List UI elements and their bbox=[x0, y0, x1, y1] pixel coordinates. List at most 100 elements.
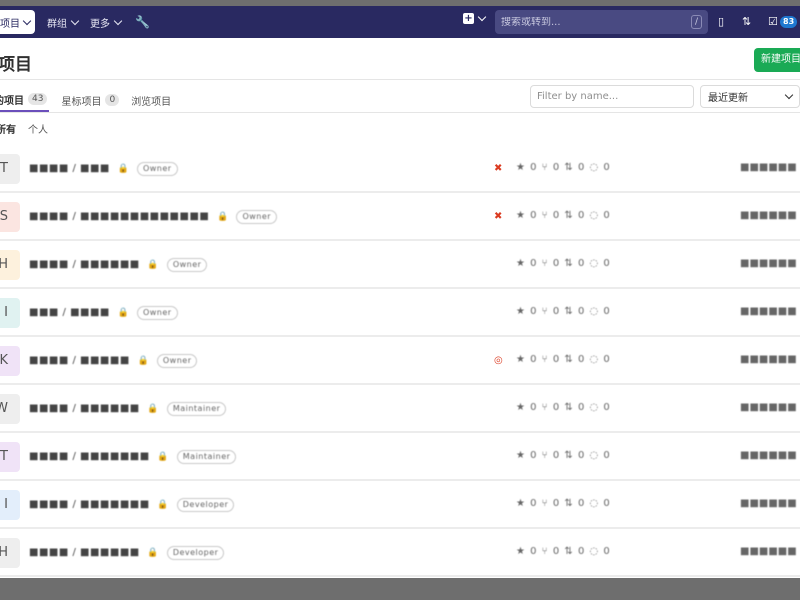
project-avatar[interactable]: K bbox=[0, 346, 20, 376]
nav-groups-menu[interactable]: 群组 bbox=[47, 15, 80, 30]
lock-icon: 🔒 bbox=[137, 356, 150, 366]
tab-explore-projects[interactable]: 浏览项目 bbox=[131, 93, 171, 108]
project-name-link[interactable]: ■■■■ / ■■■■■■■ 🔒 Maintainer bbox=[29, 450, 237, 464]
project-row[interactable]: T ■■■■ / ■■■■■■■ 🔒 Maintainer ★ 0 ⑂ 0 ⇅ … bbox=[0, 433, 800, 481]
project-stats: ★ 0 ⑂ 0 ⇅ 0 ◌ 0 bbox=[516, 498, 611, 509]
project-row[interactable]: W ■■■■ / ■■■■■■ 🔒 Maintainer ★ 0 ⑂ 0 ⇅ 0… bbox=[0, 385, 800, 433]
role-badge: Owner bbox=[136, 162, 178, 176]
pipeline-failed-icon[interactable]: ✖ bbox=[494, 163, 502, 174]
plus-icon: + bbox=[463, 13, 474, 24]
role-badge: Maintainer bbox=[176, 450, 237, 464]
lock-icon: 🔒 bbox=[147, 260, 160, 270]
search-box[interactable]: / bbox=[495, 10, 708, 34]
updated-time: ■■■■■■ bbox=[740, 354, 797, 365]
project-name: ■■■■ / ■■■■■■ bbox=[29, 547, 140, 558]
project-row[interactable]: H ■■■■ / ■■■■■■ 🔒 Developer ★ 0 ⑂ 0 ⇅ 0 … bbox=[0, 529, 800, 577]
project-avatar[interactable]: H bbox=[0, 250, 20, 280]
merge-requests-icon[interactable]: ⇅ bbox=[742, 15, 751, 28]
role-badge: Developer bbox=[166, 546, 225, 560]
project-stats: ★ 0 ⑂ 0 ⇅ 0 ◌ 0 bbox=[516, 450, 611, 461]
role-badge: Maintainer bbox=[166, 402, 227, 416]
chevron-down-icon bbox=[113, 16, 123, 25]
nav-groups-label: 群组 bbox=[47, 18, 67, 30]
project-name-link[interactable]: ■■■■ / ■■■■■■ 🔒 Developer bbox=[29, 546, 225, 560]
todos-icon[interactable]: ☑ bbox=[768, 15, 778, 28]
project-list: T ■■■■ / ■■■ 🔒 Owner ✖ ★ 0 ⑂ 0 ⇅ 0 ◌ 0 ■… bbox=[0, 145, 800, 577]
tab-my-projects[interactable]: 我的项目 43 bbox=[0, 88, 50, 112]
project-stats: ★ 0 ⑂ 0 ⇅ 0 ◌ 0 bbox=[516, 258, 611, 269]
project-row[interactable]: I ■■■■ / ■■■■■■■ 🔒 Developer ★ 0 ⑂ 0 ⇅ 0… bbox=[0, 481, 800, 529]
lock-icon: 🔒 bbox=[117, 164, 130, 174]
nav-projects-label: 项目 bbox=[0, 18, 20, 30]
page-title: 项目 bbox=[0, 55, 32, 75]
project-name: ■■■■ / ■■■■■ bbox=[29, 355, 130, 366]
project-row[interactable]: K ■■■■ / ■■■■■ 🔒 Owner ◎ ★ 0 ⑂ 0 ⇅ 0 ◌ 0… bbox=[0, 337, 800, 385]
tab-label: 星标项目 bbox=[61, 96, 102, 108]
tab-count: 0 bbox=[105, 94, 120, 106]
updated-time: ■■■■■■ bbox=[740, 162, 797, 173]
project-avatar[interactable]: T bbox=[0, 154, 20, 184]
subtab-personal[interactable]: 个人 bbox=[28, 121, 48, 136]
role-badge: Owner bbox=[156, 354, 198, 368]
pipeline-running-icon[interactable]: ◎ bbox=[494, 355, 503, 366]
project-avatar[interactable]: I bbox=[0, 490, 20, 520]
project-avatar[interactable]: T bbox=[0, 442, 20, 472]
chevron-down-icon bbox=[70, 16, 80, 25]
role-badge: Developer bbox=[176, 498, 235, 512]
project-row[interactable]: T ■■■■ / ■■■ 🔒 Owner ✖ ★ 0 ⑂ 0 ⇅ 0 ◌ 0 ■… bbox=[0, 145, 800, 193]
project-name-link[interactable]: ■■■■ / ■■■■■■ 🔒 Maintainer bbox=[29, 402, 227, 416]
project-row[interactable]: I ■■■ / ■■■■ 🔒 Owner ★ 0 ⑂ 0 ⇅ 0 ◌ 0 ■■■… bbox=[0, 289, 800, 337]
chevron-down-icon bbox=[22, 16, 32, 25]
lock-icon: 🔒 bbox=[157, 500, 170, 510]
project-name-link[interactable]: ■■■■ / ■■■■■■ 🔒 Owner bbox=[29, 258, 208, 272]
project-avatar[interactable]: I bbox=[0, 298, 20, 328]
tab-label: 我的项目 bbox=[0, 95, 24, 107]
project-name-link[interactable]: ■■■■ / ■■■■■■■ 🔒 Developer bbox=[29, 498, 235, 512]
top-navbar: 项目 群组 更多 🔧 + / ▯ ⇅ ☑ 83 bbox=[0, 6, 800, 38]
tab-label: 浏览项目 bbox=[131, 96, 172, 108]
project-name-link[interactable]: ■■■■ / ■■■■■■■■■■■■■ 🔒 Owner bbox=[29, 210, 278, 224]
updated-time: ■■■■■■ bbox=[740, 402, 797, 413]
new-project-button[interactable]: 新建项目 bbox=[754, 48, 800, 72]
admin-wrench-icon[interactable]: 🔧 bbox=[135, 15, 150, 29]
tab-count: 43 bbox=[28, 93, 48, 105]
nav-projects-menu[interactable]: 项目 bbox=[0, 10, 35, 34]
project-avatar[interactable]: H bbox=[0, 538, 20, 568]
chevron-down-icon bbox=[477, 12, 487, 22]
lock-icon: 🔒 bbox=[147, 404, 160, 414]
project-stats: ★ 0 ⑂ 0 ⇅ 0 ◌ 0 bbox=[516, 210, 611, 221]
tab-starred-projects[interactable]: 星标项目 0 bbox=[61, 93, 120, 108]
filter-by-name-input[interactable] bbox=[530, 85, 694, 108]
role-badge: Owner bbox=[236, 210, 278, 224]
sort-label: 最近更新 bbox=[708, 93, 748, 104]
project-name-link[interactable]: ■■■ / ■■■■ 🔒 Owner bbox=[29, 306, 178, 320]
project-stats: ★ 0 ⑂ 0 ⇅ 0 ◌ 0 bbox=[516, 354, 611, 365]
subtab-all[interactable]: 所有 bbox=[0, 121, 16, 136]
new-dropdown-button[interactable]: + bbox=[463, 12, 487, 24]
project-avatar[interactable]: S bbox=[0, 202, 20, 232]
sort-dropdown[interactable]: 最近更新 bbox=[700, 85, 800, 108]
chevron-down-icon bbox=[784, 90, 794, 100]
project-tabs: 我的项目 43 星标项目 0 浏览项目 bbox=[0, 88, 183, 112]
updated-time: ■■■■■■ bbox=[740, 498, 797, 509]
visibility-subtabs: 所有 个人 bbox=[0, 121, 48, 136]
project-name: ■■■■ / ■■■■■■■ bbox=[29, 499, 150, 510]
nav-more-label: 更多 bbox=[90, 18, 110, 30]
pipeline-failed-icon[interactable]: ✖ bbox=[494, 211, 502, 222]
updated-time: ■■■■■■ bbox=[740, 306, 797, 317]
project-name: ■■■■ / ■■■■■■■ bbox=[29, 451, 150, 462]
project-name-link[interactable]: ■■■■ / ■■■■■ 🔒 Owner bbox=[29, 354, 198, 368]
updated-time: ■■■■■■ bbox=[740, 210, 797, 221]
tabs-divider bbox=[0, 112, 800, 113]
project-name: ■■■■ / ■■■■■■■■■■■■■ bbox=[29, 211, 210, 222]
issues-icon[interactable]: ▯ bbox=[718, 15, 724, 28]
lock-icon: 🔒 bbox=[157, 452, 170, 462]
project-avatar[interactable]: W bbox=[0, 394, 20, 424]
search-input[interactable] bbox=[501, 16, 681, 28]
nav-more-menu[interactable]: 更多 bbox=[90, 15, 123, 30]
project-name-link[interactable]: ■■■■ / ■■■ 🔒 Owner bbox=[29, 162, 178, 176]
project-name: ■■■ / ■■■■ bbox=[29, 307, 110, 318]
project-row[interactable]: H ■■■■ / ■■■■■■ 🔒 Owner ★ 0 ⑂ 0 ⇅ 0 ◌ 0 … bbox=[0, 241, 800, 289]
main-content: 项目 新建项目 我的项目 43 星标项目 0 浏览项目 最近更新 所有 个人 T… bbox=[0, 38, 800, 578]
project-row[interactable]: S ■■■■ / ■■■■■■■■■■■■■ 🔒 Owner ✖ ★ 0 ⑂ 0… bbox=[0, 193, 800, 241]
